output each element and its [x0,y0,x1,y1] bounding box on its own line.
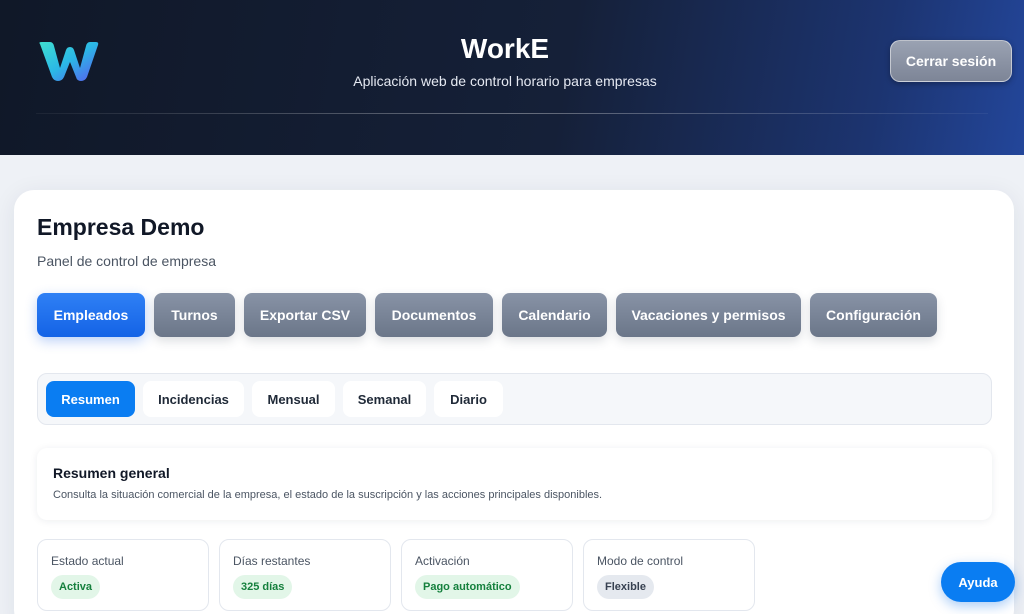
summary-section: Resumen general Consulta la situación co… [37,448,992,520]
nav-export-csv-button[interactable]: Exportar CSV [244,293,366,337]
nav-documents-button[interactable]: Documentos [375,293,493,337]
help-button[interactable]: Ayuda [941,562,1015,602]
summary-title: Resumen general [53,465,170,481]
header-divider [36,113,988,114]
nav-vacations-button[interactable]: Vacaciones y permisos [616,293,801,337]
tab-weekly[interactable]: Semanal [343,381,426,417]
stat-label: Modo de control [597,554,684,568]
stat-label: Días restantes [233,554,311,568]
activation-badge: Pago automático [415,575,520,599]
nav-calendar-button[interactable]: Calendario [502,293,607,337]
stat-card-control-mode: Modo de control Flexible [583,539,755,611]
company-name: Empresa Demo [37,214,205,240]
company-panel: Empresa Demo Panel de control de empresa… [14,190,1014,614]
remaining-days-badge: 325 días [233,575,293,599]
report-tabs: Resumen Incidencias Mensual Semanal Diar… [37,373,992,425]
nav-settings-button[interactable]: Configuración [810,293,937,337]
summary-description: Consulta la situación comercial de la em… [53,489,603,501]
nav-employees-button[interactable]: Empleados [37,293,145,337]
stat-label: Activación [415,554,470,568]
logout-button[interactable]: Cerrar sesión [890,40,1012,82]
tab-summary[interactable]: Resumen [46,381,135,417]
app-subtitle: Aplicación web de control horario para e… [353,73,657,89]
app-title: WorkE [460,33,550,64]
control-mode-badge: Flexible [597,575,654,599]
tab-monthly[interactable]: Mensual [252,381,335,417]
tab-daily[interactable]: Diario [434,381,503,417]
stat-card-status: Estado actual Activa [37,539,209,611]
tab-incidents[interactable]: Incidencias [143,381,244,417]
stat-card-remaining-days: Días restantes 325 días [219,539,391,611]
stat-card-activation: Activación Pago automático [401,539,573,611]
company-subtitle: Panel de control de empresa [37,253,216,269]
stat-label: Estado actual [51,554,124,568]
nav-shifts-button[interactable]: Turnos [154,293,235,337]
status-badge: Activa [51,575,101,599]
app-header: WorkE Aplicación web de control horario … [0,0,1024,155]
